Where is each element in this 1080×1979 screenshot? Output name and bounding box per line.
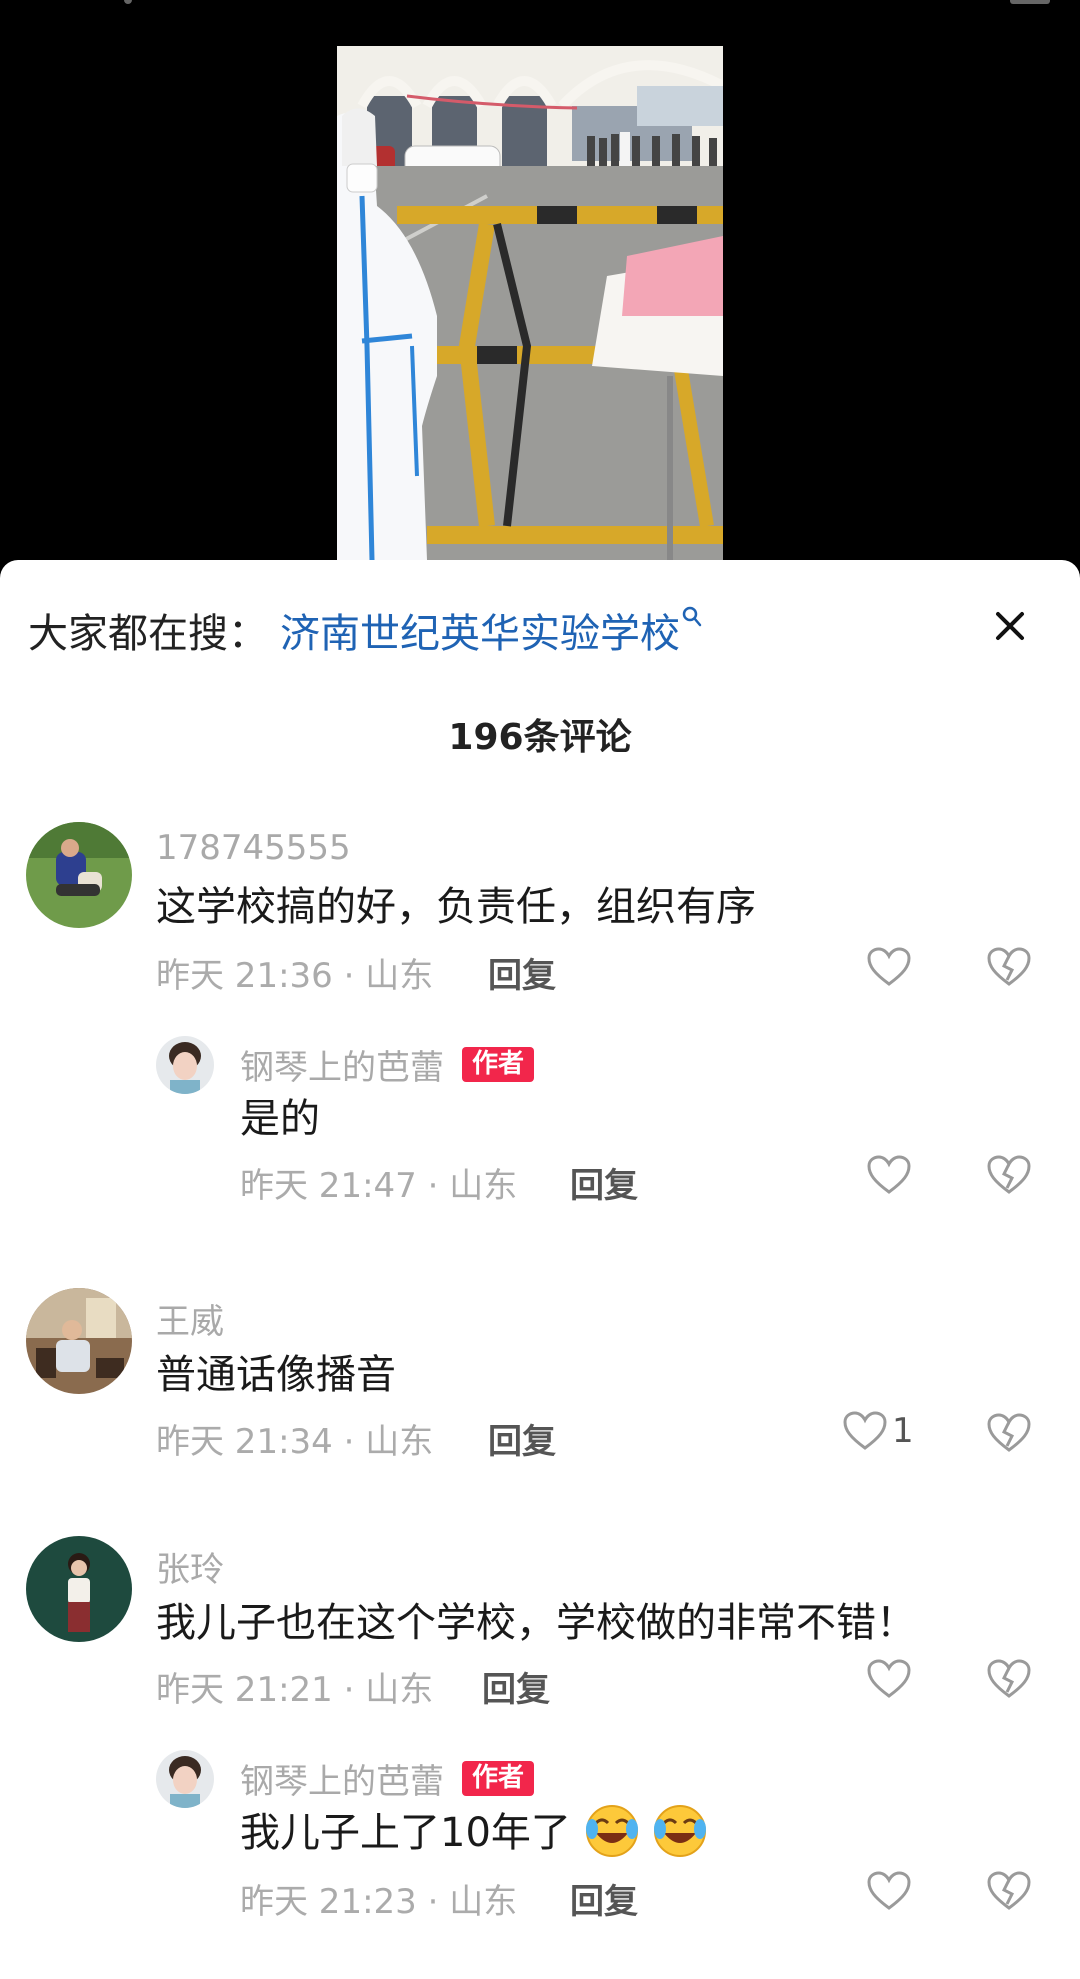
username[interactable]: 178745555 [156, 828, 351, 868]
avatar[interactable] [156, 1750, 214, 1808]
status-bar-battery [1010, 0, 1050, 4]
like-button[interactable] [866, 1870, 916, 1912]
like-button[interactable] [866, 1658, 916, 1700]
dislike-button[interactable] [986, 1870, 1032, 1916]
trending-search-bar: 大家都在搜： 济南世纪英华实验学校 [28, 600, 1080, 660]
avatar[interactable] [26, 1536, 132, 1642]
dislike-button[interactable] [986, 1412, 1032, 1458]
comment-meta: 昨天 21:34 · 山东 [156, 1422, 434, 1462]
status-bar-indicator [124, 0, 132, 4]
comment-text: 是的 [240, 1096, 320, 1142]
avatar[interactable] [26, 1288, 132, 1394]
comment-text: 这学校搞的好，负责任，组织有序 [156, 884, 756, 930]
username[interactable]: 王威 [156, 1294, 224, 1343]
like-button[interactable] [866, 1154, 916, 1196]
like-button[interactable]: 1 [842, 1410, 914, 1452]
dislike-button[interactable] [986, 1658, 1032, 1704]
heart-outline-icon [867, 1871, 911, 1910]
like-button[interactable] [866, 946, 916, 988]
avatar[interactable] [156, 1036, 214, 1094]
like-count: 1 [892, 1411, 914, 1451]
author-badge: 作者 [462, 1046, 535, 1083]
comment-text: 我儿子也在这个学校，学校做的非常不错！ [156, 1600, 916, 1646]
comment-meta: 昨天 21:23 · 山东 [240, 1882, 518, 1922]
dislike-button[interactable] [986, 1154, 1032, 1200]
comment-count-title: 196条评论 [448, 717, 632, 758]
laughing-crying-emoji-icon [654, 1805, 707, 1857]
username-text: 钢琴上的芭蕾 [240, 1762, 444, 1802]
avatar[interactable] [26, 822, 132, 928]
reply-button[interactable]: 回复 [570, 1874, 638, 1923]
close-button[interactable] [980, 596, 1040, 656]
broken-heart-icon [987, 947, 1031, 986]
comment-text-content: 我儿子上了10年了 [240, 1810, 571, 1856]
username[interactable]: 钢琴上的芭蕾 作者 [240, 1040, 535, 1089]
comment-meta: 昨天 21:36 · 山东 [156, 956, 434, 996]
comment-meta: 昨天 21:47 · 山东 [240, 1166, 518, 1206]
video-scene-image [337, 46, 723, 560]
reply-button[interactable]: 回复 [488, 1414, 556, 1463]
reply-button[interactable]: 回复 [488, 948, 556, 997]
author-badge: 作者 [462, 1760, 535, 1797]
reply-button[interactable]: 回复 [570, 1158, 638, 1207]
comment-meta: 昨天 21:21 · 山东 [156, 1670, 434, 1710]
broken-heart-icon [987, 1413, 1031, 1452]
heart-outline-icon [867, 1659, 911, 1698]
comments-sheet: 大家都在搜： 济南世纪英华实验学校 196条评论 178745555 这学校搞的… [0, 560, 1080, 1979]
reply-button[interactable]: 回复 [482, 1662, 550, 1711]
broken-heart-icon [987, 1659, 1031, 1698]
video-player[interactable] [0, 0, 1080, 560]
username[interactable]: 钢琴上的芭蕾 作者 [240, 1754, 535, 1803]
laughing-crying-emoji-icon [585, 1805, 638, 1857]
search-prefix-label: 大家都在搜： [28, 611, 268, 657]
comment-text: 我儿子上了10年了 [240, 1800, 708, 1859]
dislike-button[interactable] [986, 946, 1032, 992]
heart-outline-icon [843, 1411, 887, 1450]
broken-heart-icon [987, 1871, 1031, 1910]
comment-text: 普通话像播音 [156, 1352, 396, 1398]
username[interactable]: 张玲 [156, 1542, 224, 1591]
heart-outline-icon [867, 1155, 911, 1194]
search-icon[interactable] [682, 606, 702, 632]
video-frame[interactable] [337, 46, 723, 560]
heart-outline-icon [867, 947, 911, 986]
search-term-link[interactable]: 济南世纪英华实验学校 [280, 601, 680, 659]
broken-heart-icon [987, 1155, 1031, 1194]
close-icon [996, 612, 1024, 640]
username-text: 钢琴上的芭蕾 [240, 1048, 444, 1088]
